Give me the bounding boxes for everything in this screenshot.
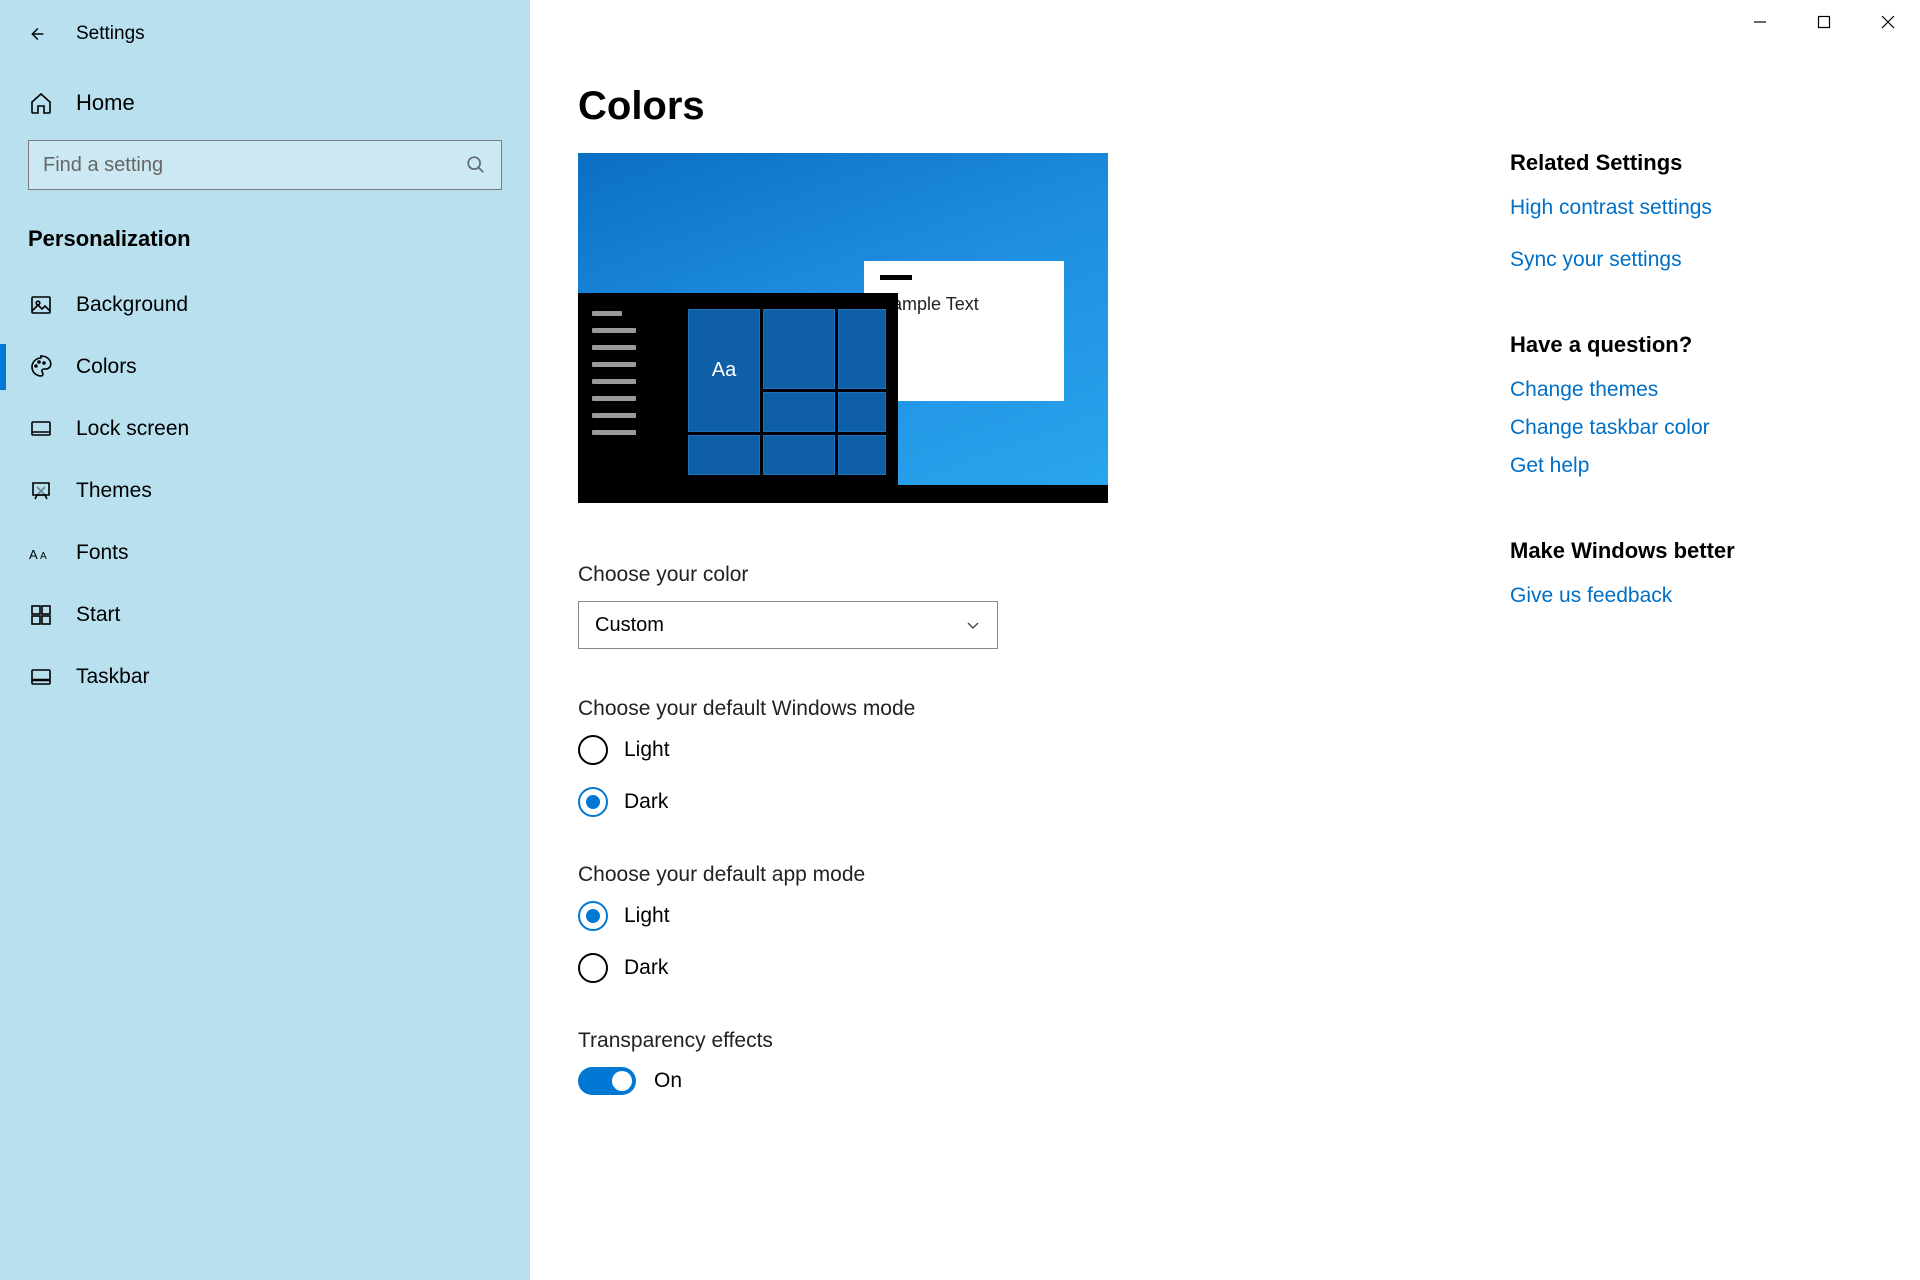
maximize-icon [1817, 15, 1831, 29]
search-input[interactable] [43, 154, 465, 177]
back-button[interactable] [24, 22, 48, 46]
preview-start-menu: Aa [578, 293, 898, 503]
sidebar: Settings Home Personalization Background… [0, 0, 530, 1280]
search-box[interactable] [28, 140, 502, 190]
sidebar-header: Settings [0, 12, 530, 74]
home-label: Home [76, 90, 135, 116]
nav-item-themes[interactable]: Themes [0, 460, 530, 522]
taskbar-icon [28, 664, 54, 690]
radio-label: Light [624, 738, 670, 762]
windows-mode-label: Choose your default Windows mode [578, 697, 1410, 721]
windows-mode-group: Light Dark [578, 735, 1410, 817]
transparency-label: Transparency effects [578, 1029, 1410, 1053]
link-high-contrast[interactable]: High contrast settings [1510, 196, 1830, 220]
main-content: Colors Sample Text Aa Choose your color [530, 0, 1920, 1280]
radio-label: Dark [624, 790, 668, 814]
windows-mode-light[interactable]: Light [578, 735, 1410, 765]
nav-item-start[interactable]: Start [0, 584, 530, 646]
choose-color-dropdown[interactable]: Custom [578, 601, 998, 649]
nav-item-background[interactable]: Background [0, 274, 530, 336]
link-give-feedback[interactable]: Give us feedback [1510, 584, 1830, 608]
radio-label: Light [624, 904, 670, 928]
home-icon [28, 90, 54, 116]
close-button[interactable] [1856, 0, 1920, 44]
app-mode-light[interactable]: Light [578, 901, 1410, 931]
image-icon [28, 292, 54, 318]
link-get-help[interactable]: Get help [1510, 454, 1830, 478]
minimize-icon [1753, 15, 1767, 29]
feedback-heading: Make Windows better [1510, 538, 1830, 564]
nav-label: Colors [76, 355, 137, 379]
lock-screen-icon [28, 416, 54, 442]
right-column: Related Settings High contrast settings … [1410, 0, 1830, 1280]
search-icon [465, 154, 487, 176]
related-settings-heading: Related Settings [1510, 150, 1830, 176]
radio-icon [578, 953, 608, 983]
palette-icon [28, 354, 54, 380]
app-mode-dark[interactable]: Dark [578, 953, 1410, 983]
start-icon [28, 602, 54, 628]
nav-label: Taskbar [76, 665, 150, 689]
nav-item-lock-screen[interactable]: Lock screen [0, 398, 530, 460]
nav-label: Background [76, 293, 188, 317]
nav-label: Fonts [76, 541, 129, 565]
radio-label: Dark [624, 956, 668, 980]
transparency-toggle-row: On [578, 1067, 1410, 1095]
radio-icon [578, 901, 608, 931]
preview-tiles: Aa [688, 309, 886, 475]
preview-sample-text: Sample Text [880, 294, 1048, 315]
home-nav[interactable]: Home [0, 74, 530, 132]
preview-taskbar [578, 485, 1108, 503]
app-mode-group: Light Dark [578, 901, 1410, 983]
arrow-left-icon [25, 23, 47, 45]
svg-text:A: A [29, 547, 38, 562]
nav-item-taskbar[interactable]: Taskbar [0, 646, 530, 708]
nav-item-fonts[interactable]: AA Fonts [0, 522, 530, 584]
app-mode-label: Choose your default app mode [578, 863, 1410, 887]
preview-tile-aa: Aa [688, 309, 760, 432]
search-container [0, 132, 530, 208]
window-title: Settings [76, 23, 145, 45]
transparency-toggle[interactable] [578, 1067, 636, 1095]
window-controls [1728, 0, 1920, 44]
preview-menu-lines [592, 311, 636, 435]
minimize-button[interactable] [1728, 0, 1792, 44]
svg-text:A: A [40, 551, 47, 562]
nav-item-colors[interactable]: Colors [0, 336, 530, 398]
radio-icon [578, 735, 608, 765]
windows-mode-dark[interactable]: Dark [578, 787, 1410, 817]
content-column: Colors Sample Text Aa Choose your color [530, 0, 1410, 1280]
choose-color-value: Custom [595, 614, 664, 637]
close-icon [1881, 15, 1895, 29]
choose-color-label: Choose your color [578, 563, 1410, 587]
fonts-icon: AA [28, 540, 54, 566]
radio-icon [578, 787, 608, 817]
link-sync-settings[interactable]: Sync your settings [1510, 248, 1830, 272]
nav-label: Start [76, 603, 120, 627]
maximize-button[interactable] [1792, 0, 1856, 44]
link-change-themes[interactable]: Change themes [1510, 378, 1830, 402]
preview-window-accent-bar [880, 275, 912, 280]
chevron-down-icon [965, 617, 981, 633]
nav-list: Background Colors Lock screen Themes AA … [0, 274, 530, 708]
link-change-taskbar-color[interactable]: Change taskbar color [1510, 416, 1830, 440]
question-heading: Have a question? [1510, 332, 1830, 358]
page-title: Colors [578, 84, 1410, 129]
themes-icon [28, 478, 54, 504]
nav-label: Themes [76, 479, 152, 503]
color-preview: Sample Text Aa [578, 153, 1108, 503]
nav-label: Lock screen [76, 417, 189, 441]
transparency-value: On [654, 1069, 682, 1093]
category-title: Personalization [0, 208, 530, 274]
